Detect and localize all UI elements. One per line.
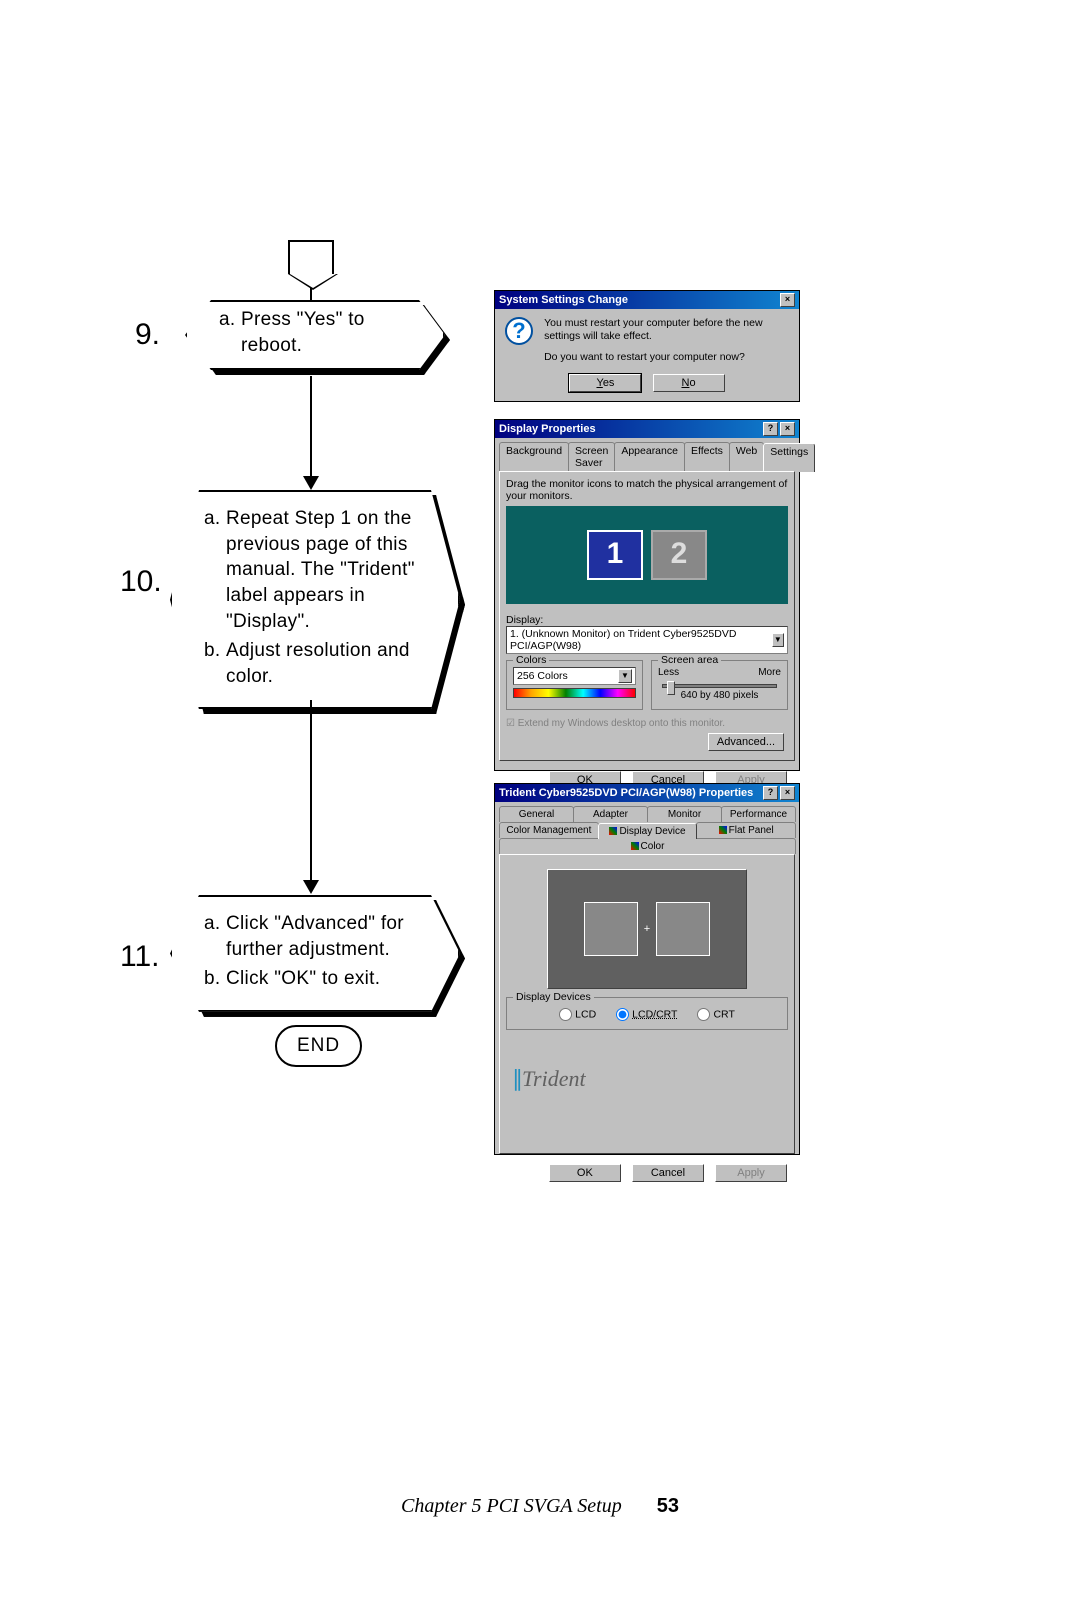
chapter-label: Chapter 5 PCI SVGA Setup (401, 1495, 622, 1517)
arrow-down-icon (303, 880, 319, 894)
tab-screensaver[interactable]: Screen Saver (568, 442, 615, 471)
tab-web[interactable]: Web (729, 442, 764, 471)
plus-icon: + (644, 923, 650, 935)
close-icon[interactable]: × (780, 422, 795, 436)
colors-group: Colors 256 Colors ▼ (506, 660, 643, 710)
tab-settings[interactable]: Settings (763, 443, 815, 472)
dialog1-msg1: You must restart your computer before th… (544, 317, 784, 343)
tab-strip: Background Screen Saver Appearance Effec… (495, 438, 799, 471)
flow-step-10: Repeat Step 1 on the previous page of th… (170, 490, 460, 709)
yes-button[interactable]: Yes (569, 374, 641, 392)
close-icon[interactable]: × (780, 786, 795, 800)
step9-a: Press "Yes" to reboot. (241, 307, 417, 358)
apply-button[interactable]: Apply (715, 1164, 787, 1182)
display-value: 1. (Unknown Monitor) on Trident Cyber952… (510, 628, 772, 652)
resolution-value: 640 by 480 pixels (658, 690, 781, 701)
flow-step-11: Click "Advanced" for further adjustment.… (170, 895, 460, 1012)
titlebar: Display Properties ? × (495, 420, 799, 438)
step-number-10: 10. (120, 565, 162, 599)
tab-performance[interactable]: Performance (721, 806, 796, 822)
monitor-arrangement[interactable]: 1 2 (506, 506, 788, 604)
titlebar: System Settings Change × (495, 291, 799, 309)
flow-connector (310, 700, 312, 880)
page-footer: Chapter 5 PCI SVGA Setup 53 (0, 1495, 1080, 1518)
tab-background[interactable]: Background (499, 442, 569, 471)
lcd-device-icon (584, 902, 638, 956)
display-devices-label: Display Devices (513, 991, 594, 1003)
display-label: Display: (506, 614, 788, 626)
more-label: More (758, 667, 781, 678)
dialog3-title: Trident Cyber9525DVD PCI/AGP(W98) Proper… (499, 787, 753, 799)
screenarea-label: Screen area (658, 654, 721, 666)
tab-adapter[interactable]: Adapter (573, 806, 648, 822)
less-label: Less (658, 667, 679, 678)
monitor-hint: Drag the monitor icons to match the phys… (506, 478, 788, 502)
step11-b: Click "OK" to exit. (226, 966, 432, 992)
page-number: 53 (657, 1495, 679, 1517)
tab-color[interactable]: Color (499, 838, 796, 854)
question-icon: ? (505, 317, 533, 345)
display-dropdown[interactable]: 1. (Unknown Monitor) on Trident Cyber952… (506, 626, 788, 654)
chevron-down-icon[interactable]: ▼ (772, 633, 784, 647)
step11-a: Click "Advanced" for further adjustment. (226, 911, 432, 962)
flow-step-9: Press "Yes" to reboot. (185, 300, 445, 370)
colors-label: Colors (513, 654, 549, 666)
chevron-down-icon[interactable]: ▼ (618, 669, 632, 683)
help-icon[interactable]: ? (763, 786, 778, 800)
dialog1-msg2: Do you want to restart your computer now… (544, 351, 784, 364)
step10-b: Adjust resolution and color. (226, 638, 432, 689)
tab-monitor[interactable]: Monitor (647, 806, 722, 822)
advanced-button[interactable]: Advanced... (708, 733, 784, 751)
monitor-2-icon[interactable]: 2 (651, 530, 707, 580)
help-icon[interactable]: ? (763, 422, 778, 436)
display-devices-group: Display Devices LCD LCD/CRT CRT (506, 997, 788, 1030)
radio-lcdcrt[interactable]: LCD/CRT (616, 1008, 677, 1021)
resolution-slider[interactable] (662, 684, 777, 688)
colors-value: 256 Colors (517, 670, 568, 682)
step-number-11: 11. (120, 940, 159, 974)
radio-crt[interactable]: CRT (697, 1008, 734, 1021)
tab-colormgmt[interactable]: Color Management (499, 822, 599, 838)
dialog1-title: System Settings Change (499, 294, 628, 306)
radio-lcd[interactable]: LCD (559, 1008, 596, 1021)
step-number-9: 9. (135, 318, 160, 352)
tab-general[interactable]: General (499, 806, 574, 822)
titlebar: Trident Cyber9525DVD PCI/AGP(W98) Proper… (495, 784, 799, 802)
tab-effects[interactable]: Effects (684, 442, 730, 471)
step10-a: Repeat Step 1 on the previous page of th… (226, 506, 432, 634)
cancel-button[interactable]: Cancel (632, 1164, 704, 1182)
tab-display-device[interactable]: Display Device (598, 823, 698, 839)
dialog-system-settings-change: System Settings Change × ? You must rest… (494, 290, 800, 402)
screenarea-group: Screen area Less More 640 by 480 pixels (651, 660, 788, 710)
tab-flatpanel[interactable]: Flat Panel (696, 822, 796, 838)
color-spectrum-icon (513, 688, 636, 698)
flow-continuation-icon (288, 240, 334, 274)
ok-button[interactable]: OK (549, 1164, 621, 1182)
colors-dropdown[interactable]: 256 Colors ▼ (513, 667, 636, 685)
flow-connector (310, 376, 312, 476)
no-button[interactable]: No (653, 374, 725, 392)
arrow-down-icon (303, 476, 319, 490)
tab-appearance[interactable]: Appearance (614, 442, 685, 471)
crt-device-icon (656, 902, 710, 956)
dialog2-title: Display Properties (499, 423, 596, 435)
close-icon[interactable]: × (780, 293, 795, 307)
tab-strip: General Adapter Monitor Performance Colo… (495, 802, 799, 854)
flow-end: END (275, 1025, 362, 1067)
monitor-1-icon[interactable]: 1 (587, 530, 643, 580)
trident-logo: Trident (512, 1066, 788, 1092)
device-preview: + (547, 869, 747, 989)
dialog-trident-properties: Trident Cyber9525DVD PCI/AGP(W98) Proper… (494, 783, 800, 1155)
extend-desktop-checkbox[interactable]: ☑ Extend my Windows desktop onto this mo… (506, 718, 788, 729)
dialog-display-properties: Display Properties ? × Background Screen… (494, 419, 800, 771)
